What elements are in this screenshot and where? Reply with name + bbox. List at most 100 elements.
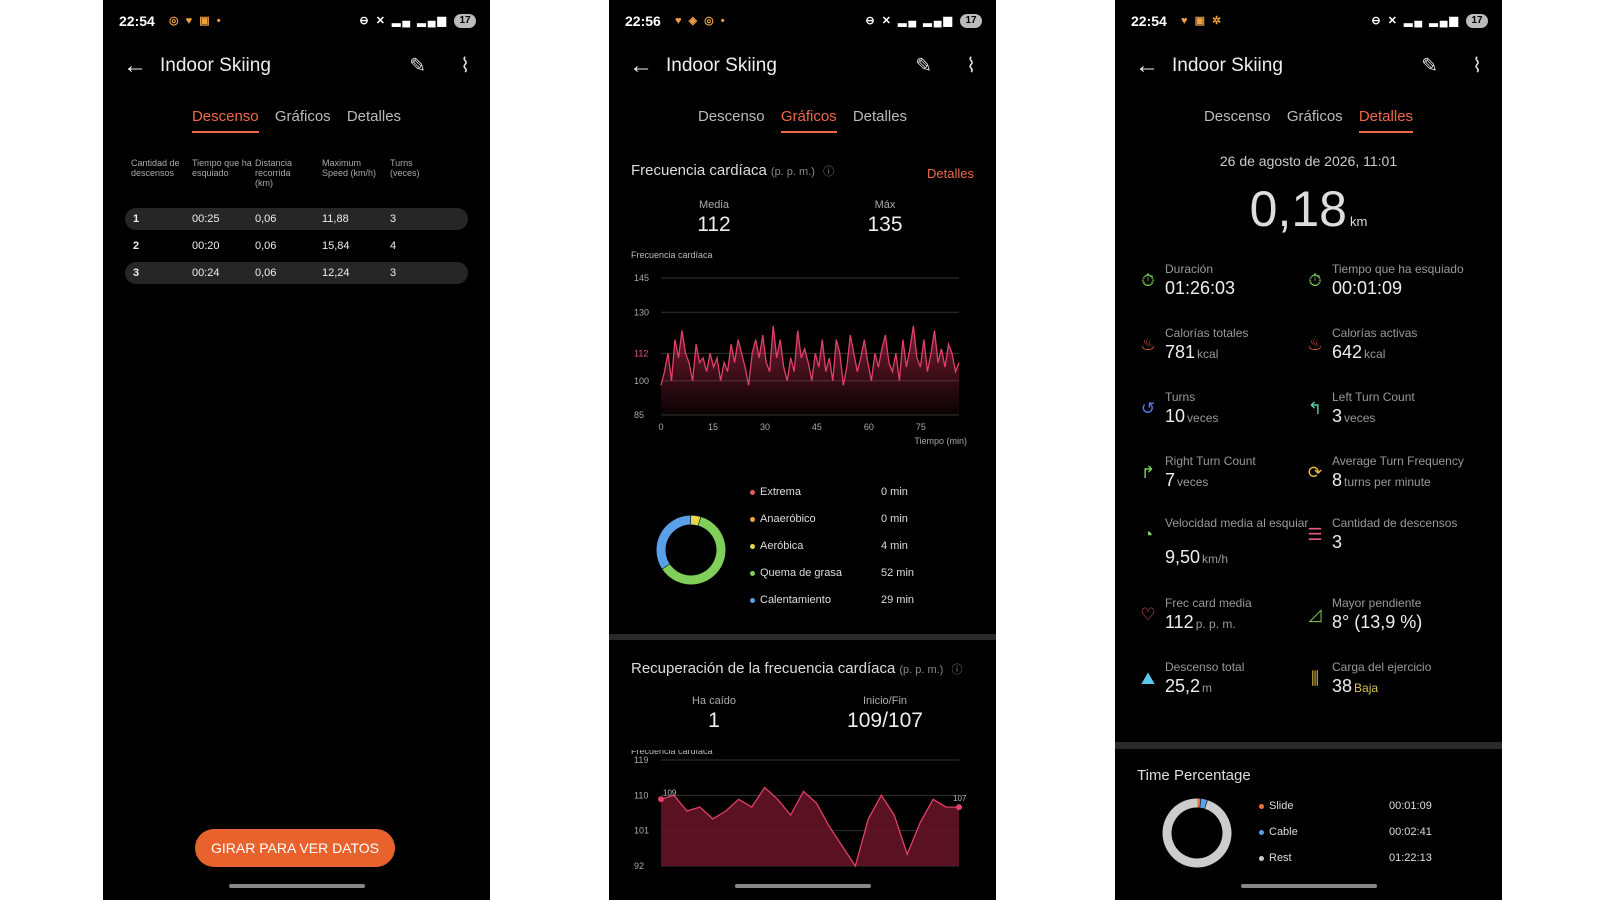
metric-item: ⏱ Tiempo que ha esquiado 00:01:09 [1304, 262, 1479, 322]
x-tick-label: 30 [760, 422, 770, 432]
status-time: 22:54 [119, 13, 155, 29]
metric-label: Descenso total [1165, 660, 1245, 674]
zone-minutes: 52 min [881, 567, 915, 579]
home-indicator[interactable] [228, 884, 365, 888]
hr-average-value: 112 [697, 213, 731, 236]
metric-item: ♡ Frec card media 112 p. p. m. [1137, 596, 1312, 656]
heart-rate-details-link[interactable]: Detalles [927, 166, 974, 181]
info-icon[interactable]: ⓘ [952, 664, 963, 676]
legend-name: Cable [1269, 826, 1298, 838]
page-title: Indoor Skiing [666, 55, 777, 76]
status-time: 22:54 [1131, 13, 1167, 29]
zone-dot [750, 544, 755, 549]
workout-datetime: 26 de agosto de 2026, 11:01 [1219, 153, 1398, 169]
edit-icon[interactable]: ✎ [409, 53, 426, 78]
edit-icon[interactable]: ✎ [915, 53, 932, 78]
metric-value-line: 7 veces [1165, 470, 1208, 491]
tab-graficos[interactable]: Gráficos [780, 108, 837, 133]
table-row[interactable]: 1 00:25 0,06 11,88 3 [125, 208, 468, 230]
tab-detalles[interactable]: Detalles [853, 108, 907, 131]
back-arrow-icon[interactable]: ← [629, 52, 653, 80]
home-indicator[interactable] [1240, 884, 1377, 888]
app-bar: ← Indoor Skiing ✎ ⌇ [1115, 50, 1502, 84]
legend-dot [1259, 856, 1264, 861]
edit-icon[interactable]: ✎ [1421, 53, 1438, 78]
zone-row: Anaeróbico 0 min [746, 513, 946, 540]
recovery-area [661, 787, 959, 866]
metric-value-line: 01:26:03 [1165, 278, 1235, 299]
recovery-drop-stat: Ha caído 1 [654, 695, 774, 733]
tab-descenso[interactable]: Descenso [1204, 108, 1271, 131]
table-row[interactable]: 2 00:20 0,06 15,84 4 [125, 235, 468, 257]
tab-detalles[interactable]: Detalles [1358, 108, 1414, 133]
recovery-section-title: Recuperación de la frecuencia cardíaca (p… [631, 660, 963, 677]
donut-slice [1162, 798, 1232, 868]
y-tick-label: 130 [634, 307, 649, 317]
metric-item: ☰ Cantidad de descensos 3 [1304, 516, 1479, 576]
start-annotation: 109 [663, 788, 677, 797]
legend-time: 00:02:41 [1389, 826, 1432, 838]
tab-bar: Descenso Gráficos Detalles [103, 108, 490, 138]
metric-value: 10 [1165, 406, 1186, 426]
zone-dot [750, 517, 755, 522]
table-cell: 3 [133, 267, 140, 279]
column-header: Maximum Speed (km/h) [322, 158, 377, 178]
notification-icons: ◎ ♥ ▣ • [169, 15, 223, 27]
zone-minutes: 4 min [881, 540, 908, 552]
route-icon[interactable]: ⌇ [460, 53, 470, 78]
metric-label: Mayor pendiente [1332, 596, 1422, 610]
status-time: 22:56 [625, 13, 661, 29]
home-indicator[interactable] [734, 884, 871, 888]
heart-rate-title: Frecuencia cardíaca [631, 162, 767, 179]
phone-screen-detalles: 22:54 ♥ ▣ ✲ ⊖ ✕ ▂▄ ▂▄▆ 17 ← Indoor Skiin… [1115, 0, 1502, 900]
y-tick-label: 112 [634, 348, 648, 358]
metric-unit: veces [1177, 475, 1209, 489]
slope-icon: ◿ [1308, 605, 1322, 624]
zone-minutes: 0 min [881, 513, 908, 525]
tab-graficos[interactable]: Gráficos [1287, 108, 1343, 131]
tab-detalles[interactable]: Detalles [347, 108, 401, 131]
table-cell: 0,06 [255, 213, 277, 225]
tab-descenso[interactable]: Descenso [191, 108, 259, 133]
runs-icon: ☰ [1307, 525, 1323, 544]
back-arrow-icon[interactable]: ← [123, 52, 147, 80]
metric-item: ♨ Calorías totales 781 kcal [1137, 326, 1312, 386]
signal-icons: ⊖ ✕ ▂▄ ▂▄▆ [1371, 15, 1460, 27]
recovery-startend-stat: Inicio/Fin 109/107 [825, 695, 945, 733]
info-icon[interactable]: ⓘ [823, 166, 834, 178]
x-tick-label: 75 [916, 422, 926, 432]
rotate-to-view-button[interactable]: GIRAR PARA VER DATOS [195, 829, 395, 867]
donut-slice [690, 515, 701, 526]
tab-graficos[interactable]: Gráficos [275, 108, 331, 131]
metric-label: Tiempo que ha esquiado [1332, 262, 1464, 276]
hr-max-label: Máx [874, 199, 896, 211]
table-cell: 2 [133, 240, 140, 252]
route-icon[interactable]: ⌇ [966, 53, 976, 78]
zone-row: Quema de grasa 52 min [746, 567, 946, 594]
y-tick-label: 85 [634, 410, 644, 420]
metric-label: Average Turn Frequency [1332, 454, 1464, 468]
flame-icon: ♨ [1140, 335, 1156, 354]
hr-average-stat: Media 112 [654, 199, 774, 237]
zone-row: Calentamiento 29 min [746, 594, 946, 621]
metric-value: 3 [1332, 532, 1343, 552]
phone-screen-descenso: 22:54 ◎ ♥ ▣ • ⊖ ✕ ▂▄ ▂▄▆ 17 ← Indoor Ski… [103, 0, 490, 900]
dumbbell-icon: ⫼ [1311, 669, 1319, 688]
zone-name: Aeróbica [760, 540, 804, 552]
metric-value: 8 [1332, 470, 1343, 490]
hr-recovery-area-chart: Frecuencia cardíaca92101110119109107 [631, 750, 967, 871]
metric-label: Carga del ejercicio [1332, 660, 1432, 674]
hr-max-stat: Máx 135 [825, 199, 945, 237]
table-row[interactable]: 3 00:24 0,06 12,24 3 [125, 262, 468, 284]
descent-icon: ⛰ [1140, 669, 1156, 688]
status-bar: 22:56 ♥ ◈ ◎ • ⊖ ✕ ▂▄ ▂▄▆ 17 [625, 12, 982, 30]
metric-item: ◔ Velocidad media al esquiar 9,50 km/h [1137, 516, 1312, 576]
x-tick-label: 60 [864, 422, 874, 432]
column-header: Turns (veces) [390, 158, 420, 178]
route-icon[interactable]: ⌇ [1472, 53, 1482, 78]
back-arrow-icon[interactable]: ← [1135, 52, 1159, 80]
metric-item: ⟳ Average Turn Frequency 8 turns per minute [1304, 454, 1479, 514]
app-bar: ← Indoor Skiing ✎ ⌇ [103, 50, 490, 84]
end-point [956, 804, 962, 811]
tab-descenso[interactable]: Descenso [698, 108, 765, 131]
